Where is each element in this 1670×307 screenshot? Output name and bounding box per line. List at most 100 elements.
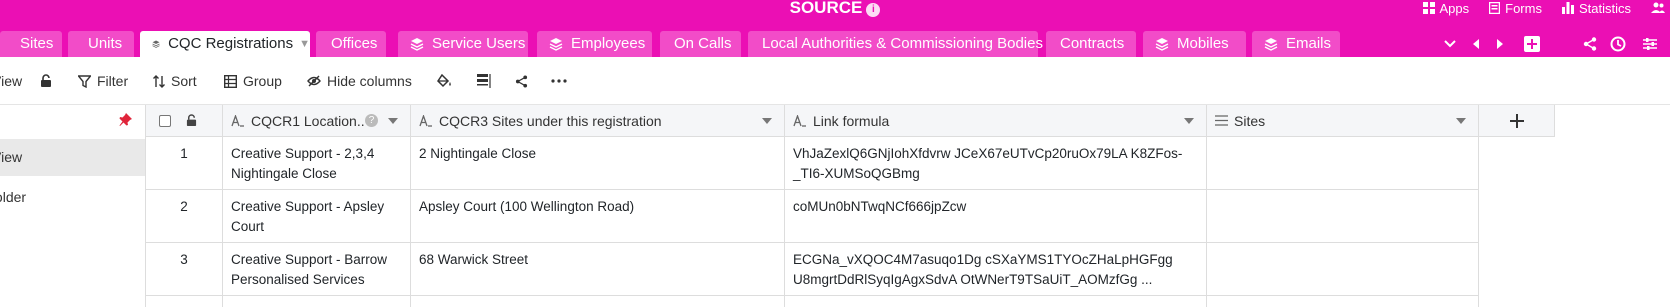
layers-icon [1264, 38, 1278, 51]
row-height-icon [477, 74, 491, 88]
view-label: View [0, 73, 23, 89]
table-tabs: Sites Units CQC Registrations ▼ Offices … [0, 31, 1670, 57]
layers-icon [410, 38, 424, 51]
row-number[interactable]: 2 [146, 190, 223, 243]
tab-label: Offices [331, 35, 378, 52]
cell-location[interactable]: Creative Support - Apsley Court [223, 190, 411, 243]
tab-on-calls[interactable]: On Calls [660, 31, 741, 57]
base-title: SOURCE i [0, 0, 1670, 17]
sidebar-item-label: View [0, 149, 23, 165]
sidebar-item-add-view[interactable]: Add view or folder [0, 179, 145, 215]
row-number[interactable]: 1 [146, 137, 223, 190]
help-icon[interactable]: ? [365, 114, 378, 127]
cell-link-formula[interactable]: ECGNa_vXQOC4M7asuqo1Dg cSXaYMS1TYOcZHaLp… [785, 243, 1207, 296]
sidebar-item-label: Add view or folder [0, 189, 27, 205]
row-height-button[interactable] [477, 57, 497, 105]
cell-sites[interactable] [1207, 137, 1479, 190]
view-toolbar: View Filter Sort Group Hide columns [0, 57, 1670, 105]
group-icon [224, 74, 237, 88]
history-icon[interactable] [1608, 31, 1628, 57]
tab-label: Sites [20, 35, 54, 52]
column-header-cqcr3[interactable]: CQCR3 Sites under this registration [411, 105, 785, 137]
cell-sites[interactable] [1207, 243, 1479, 296]
tab-local-authorities[interactable]: Local Authorities & Commissioning Bodies [748, 31, 1043, 57]
add-column-button[interactable] [1479, 105, 1555, 137]
top-bar: SOURCE i Apps Forms Statistics Sites Unit… [0, 0, 1670, 57]
formula-column-icon [793, 114, 806, 127]
views-sidebar: View Add view or folder [0, 105, 146, 307]
forms-icon [1489, 2, 1501, 14]
tab-label: Employees [571, 35, 646, 52]
column-label: CQCR3 Sites under this registration [439, 112, 662, 129]
tab-cqc-registrations[interactable]: CQC Registrations ▼ [140, 31, 310, 57]
collaborators-button[interactable] [1651, 2, 1670, 14]
scroll-right-icon[interactable] [1490, 31, 1510, 57]
cell-location[interactable]: Creative Support - Barrow Personalised S… [223, 243, 411, 296]
row-number[interactable]: 3 [146, 243, 223, 296]
cell-link-formula[interactable]: coMUn0bNTwqNCf666jpZcw [785, 190, 1207, 243]
tab-label: Contracts [1060, 35, 1125, 52]
cell-sites-under-registration[interactable]: 2 Nightingale Close [411, 137, 785, 190]
apps-link[interactable]: Apps [1422, 0, 1470, 16]
forms-link[interactable]: Forms [1489, 1, 1542, 16]
column-menu-icon[interactable] [1184, 117, 1194, 124]
layers-icon [1155, 38, 1169, 51]
group-button[interactable]: Group [224, 57, 282, 105]
filter-button[interactable]: Filter [78, 57, 128, 105]
tab-mobiles[interactable]: Mobiles [1143, 31, 1246, 57]
unlock-icon[interactable] [186, 114, 197, 127]
group-label: Group [243, 73, 282, 89]
select-all-checkbox[interactable] [159, 114, 171, 127]
tab-service-users[interactable]: Service Users [398, 31, 528, 57]
column-menu-icon[interactable] [762, 117, 772, 124]
cell-sites[interactable] [1207, 190, 1479, 243]
cell-location[interactable]: Creative Support - 2,3,4 Nightingale Clo… [223, 137, 411, 190]
eye-off-icon [307, 75, 321, 87]
users-icon [1651, 2, 1665, 13]
tab-label: Units [88, 35, 123, 52]
cell-link-formula[interactable]: VhJaZexlQ6GNjIohXfdvrw JCeX67eUTvCp20ruO… [785, 137, 1207, 190]
column-header-sites[interactable]: Sites [1207, 105, 1479, 137]
layers-icon [549, 38, 563, 51]
column-menu-icon[interactable] [388, 117, 398, 124]
info-icon[interactable]: i [866, 3, 881, 17]
forms-label: Forms [1505, 0, 1542, 16]
base-title-text: SOURCE [789, 0, 863, 17]
column-label: Sites [1234, 112, 1266, 129]
column-menu-icon[interactable] [1456, 117, 1466, 124]
tab-offices[interactable]: Offices [316, 31, 386, 57]
tab-units[interactable]: Units [68, 31, 134, 57]
row-color-button[interactable] [437, 57, 458, 105]
data-grid: CQCR1 Location... ? CQCR3 Sites under th… [146, 105, 1670, 307]
layers-icon [152, 40, 160, 48]
settings-sliders-icon[interactable] [1640, 31, 1660, 57]
tab-label: On Calls [674, 35, 732, 52]
filter-label: Filter [97, 73, 129, 89]
pin-icon[interactable] [119, 113, 132, 129]
tab-contracts[interactable]: Contracts [1046, 31, 1136, 57]
chevron-down-icon[interactable]: ▼ [299, 31, 310, 57]
column-header-cqcr1[interactable]: CQCR1 Location... ? [223, 105, 411, 137]
tab-emails[interactable]: Emails [1252, 31, 1340, 57]
hide-columns-button[interactable]: Hide columns [307, 57, 412, 105]
tab-employees[interactable]: Employees [537, 31, 652, 57]
scroll-left-icon[interactable] [1466, 31, 1486, 57]
cell-sites-under-registration[interactable]: 68 Warwick Street [411, 243, 785, 296]
share-icon[interactable] [1580, 31, 1600, 57]
more-options-button[interactable] [551, 57, 573, 105]
sort-icon [153, 74, 165, 88]
share-icon [515, 74, 528, 88]
tab-sites[interactable]: Sites [0, 31, 62, 57]
share-view-button[interactable] [515, 57, 534, 105]
more-horizontal-icon [551, 79, 567, 83]
view-selector[interactable]: View [0, 57, 22, 105]
sidebar-item-view[interactable]: View [0, 139, 145, 176]
column-header-link-formula[interactable]: Link formula [785, 105, 1207, 137]
sort-button[interactable]: Sort [153, 57, 197, 105]
tabs-menu-chevron-icon[interactable] [1440, 31, 1460, 57]
apps-label: Apps [1439, 0, 1470, 16]
statistics-link[interactable]: Statistics [1561, 1, 1631, 16]
lock-view-button[interactable] [40, 57, 58, 105]
add-table-icon[interactable] [1522, 31, 1542, 57]
cell-sites-under-registration[interactable]: Apsley Court (100 Wellington Road) [411, 190, 785, 243]
